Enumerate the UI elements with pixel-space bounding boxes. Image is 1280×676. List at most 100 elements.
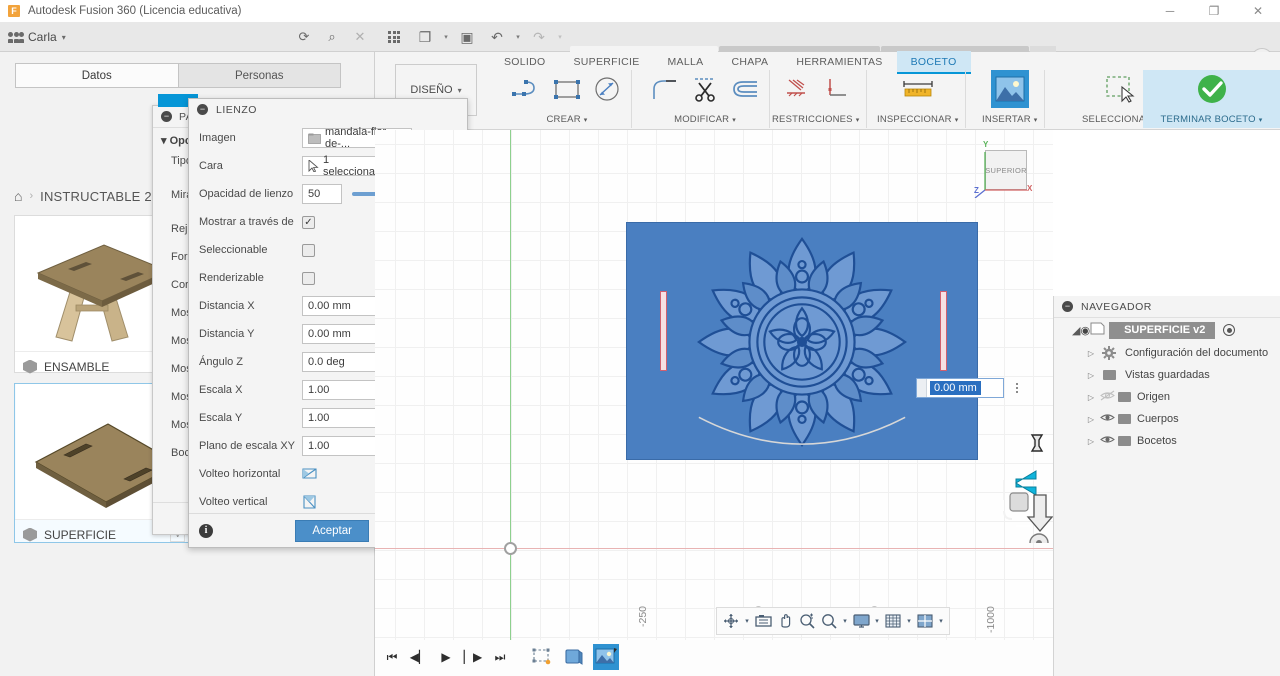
view-cube[interactable]: SUPERIOR Y Z X — [973, 140, 1032, 198]
expand-triangle-icon[interactable]: ▷ — [1084, 371, 1098, 380]
home-icon[interactable]: ⌂ — [14, 188, 22, 204]
redo-icon[interactable]: ↷ — [524, 22, 554, 52]
insert-canvas-icon[interactable] — [990, 70, 1029, 108]
timeline-body-feature-icon[interactable] — [561, 644, 587, 670]
fillet-tool-icon[interactable] — [648, 72, 682, 106]
timeline-prev-button[interactable]: ◀▏ — [407, 644, 431, 670]
visibility-eye-icon[interactable]: ◉ — [1080, 324, 1090, 337]
viewport[interactable]: -250 -500 -750 -1000 — [375, 130, 1053, 676]
timeline-sketch-feature-icon[interactable] — [529, 644, 555, 670]
chevron-down-icon: ▾ — [954, 117, 959, 124]
people-icon — [8, 31, 24, 43]
browser-item-cuerpos[interactable]: ▷ Cuerpos — [1054, 408, 1280, 430]
look-at-icon[interactable] — [752, 609, 774, 633]
expand-triangle-icon[interactable]: ▷ — [1084, 415, 1098, 424]
visibility-eye-icon[interactable] — [1098, 412, 1116, 426]
expand-triangle-icon[interactable]: ▷ — [1084, 437, 1098, 446]
flip-vertical-icon[interactable] — [302, 494, 320, 510]
orbit-icon[interactable] — [720, 609, 742, 633]
grid-menu-button[interactable] — [380, 22, 408, 52]
orbit-chevron-down-icon[interactable]: ▾ — [742, 609, 752, 633]
group-label-restricciones[interactable]: RESTRICCIONES ▾ — [772, 114, 859, 128]
pan-hand-icon[interactable] — [774, 609, 796, 633]
collapse-icon[interactable]: − — [161, 111, 172, 122]
dimension-input-box[interactable]: 0.00 mm — [916, 378, 1004, 398]
expand-triangle-icon[interactable]: ▷ — [1084, 349, 1098, 358]
new-file-icon[interactable]: ❐ — [410, 22, 440, 52]
save-icon[interactable]: ▣ — [452, 22, 482, 52]
display-settings-icon[interactable] — [850, 609, 872, 633]
close-panel-icon[interactable]: ✕ — [346, 22, 374, 52]
finish-sketch-check-icon[interactable] — [1195, 72, 1229, 106]
timeline-play-button[interactable]: ▶ — [434, 644, 458, 670]
dimension-value[interactable]: 0.00 mm — [930, 381, 981, 395]
grid-snap-icon[interactable] — [882, 609, 904, 633]
undo-icon[interactable]: ↶ — [482, 22, 512, 52]
expand-triangle-icon[interactable]: ◢ — [1072, 324, 1080, 337]
mostrar-a-traves-checkbox[interactable]: ✓ — [302, 215, 315, 229]
tab-datos[interactable]: Datos — [16, 64, 179, 87]
flip-horizontal-icon[interactable] — [302, 466, 320, 482]
dimension-options-icon[interactable] — [1012, 378, 1022, 398]
file-chevron-down-icon[interactable]: ▾ — [440, 22, 452, 52]
visibility-eye-off-icon[interactable] — [1098, 390, 1116, 404]
group-label-modificar[interactable]: MODIFICAR ▾ — [674, 114, 736, 128]
seleccionable-checkbox[interactable] — [302, 243, 315, 257]
viewports-chevron-down-icon[interactable]: ▾ — [936, 609, 946, 633]
select-window-icon[interactable] — [1104, 72, 1138, 106]
grid-chevron-down-icon[interactable]: ▾ — [904, 609, 914, 633]
measure-tool-icon[interactable] — [901, 72, 935, 106]
breadcrumb-project[interactable]: INSTRUCTABLE 2 — [40, 189, 152, 204]
timeline-first-button[interactable]: ⏮ — [380, 644, 404, 670]
expand-triangle-icon[interactable]: ▷ — [1084, 393, 1098, 402]
offset-tool-icon[interactable] — [728, 72, 762, 106]
team-selector[interactable]: Carla ▾ — [8, 22, 66, 52]
viewports-icon[interactable] — [914, 609, 936, 633]
canvas-manipulator-gizmo[interactable] — [982, 433, 1053, 543]
maximize-button[interactable]: ❐ — [1192, 0, 1236, 22]
browser-item-configuracion[interactable]: ▷ Configuración del documento — [1054, 342, 1280, 364]
minimize-button[interactable]: ─ — [1148, 0, 1192, 22]
browser-item-origen[interactable]: ▷ Origen — [1054, 386, 1280, 408]
zoom-chevron-down-icon[interactable]: ▾ — [840, 609, 850, 633]
refresh-icon[interactable]: ⟳ — [290, 22, 318, 52]
dimension-grip[interactable] — [917, 379, 927, 397]
perpendicular-constraint-icon[interactable] — [819, 72, 853, 106]
timeline-last-button[interactable]: ⏭ — [488, 644, 512, 670]
undo-chevron-down-icon[interactable]: ▾ — [512, 22, 524, 52]
opacidad-input[interactable]: 50 — [302, 184, 342, 204]
origin-point[interactable] — [504, 542, 517, 555]
redo-chevron-down-icon[interactable]: ▾ — [554, 22, 566, 52]
circle-tool-icon[interactable] — [590, 72, 624, 106]
tab-personas[interactable]: Personas — [178, 64, 340, 87]
visibility-eye-icon[interactable] — [1098, 434, 1116, 448]
x-axis-label-250: -250 — [637, 605, 649, 627]
display-chevron-down-icon[interactable]: ▾ — [872, 609, 882, 633]
accept-button[interactable]: Aceptar — [295, 519, 369, 542]
collapse-icon[interactable]: − — [1062, 301, 1073, 312]
info-icon[interactable]: i — [199, 523, 213, 538]
renderizable-checkbox[interactable] — [302, 271, 315, 285]
group-label-insertar[interactable]: INSERTAR ▾ — [982, 114, 1037, 128]
zoom-icon[interactable] — [796, 609, 818, 633]
collapse-icon[interactable]: − — [197, 104, 208, 115]
active-component-radio[interactable] — [1223, 324, 1236, 336]
group-label-terminar-boceto[interactable]: TERMINAR BOCETO ▾ — [1161, 114, 1263, 128]
search-icon[interactable]: ⌕ — [318, 22, 346, 52]
fix-constraint-icon[interactable] — [779, 72, 813, 106]
group-label-crear[interactable]: CREAR ▾ — [547, 114, 588, 128]
team-name: Carla — [28, 30, 57, 44]
line-tool-icon[interactable] — [510, 72, 544, 106]
browser-item-bocetos[interactable]: ▷ Bocetos — [1054, 430, 1280, 452]
timeline-next-button[interactable]: ▏▶ — [461, 644, 485, 670]
browser-item-vistas[interactable]: ▷ Vistas guardadas — [1054, 364, 1280, 386]
group-label-inspeccionar[interactable]: INSPECCIONAR ▾ — [877, 114, 958, 128]
cube-icon — [23, 527, 37, 542]
rectangle-tool-icon[interactable] — [550, 72, 584, 106]
zoom-fit-icon[interactable] — [818, 609, 840, 633]
timeline-canvas-feature-icon[interactable] — [593, 644, 619, 670]
canvas-image-plane[interactable] — [626, 222, 1053, 543]
close-window-button[interactable]: ✕ — [1236, 0, 1280, 22]
trim-scissors-icon[interactable] — [688, 72, 722, 106]
browser-root-row[interactable]: ◢ ◉ SUPERFICIE v2 — [1054, 318, 1280, 342]
